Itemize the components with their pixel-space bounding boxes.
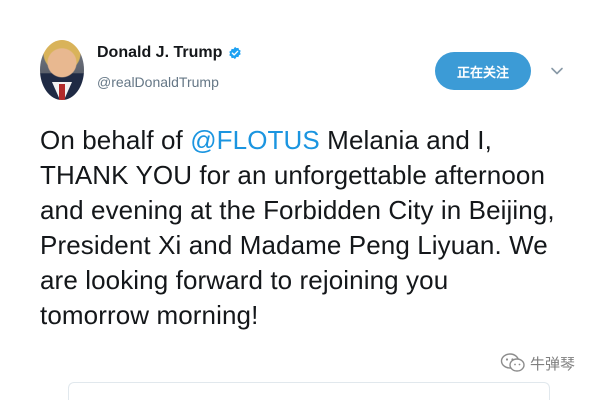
next-card-edge — [68, 382, 550, 400]
tweet-text: On behalf of @FLOTUS Melania and I, THAN… — [40, 123, 560, 333]
author-name[interactable]: Donald J. Trump — [97, 44, 222, 62]
tweet-text-prefix: On behalf of — [40, 125, 191, 155]
following-button[interactable]: 正在关注 — [435, 52, 531, 90]
avatar[interactable] — [40, 40, 84, 100]
tweet-card: Donald J. Trump @realDonaldTrump 正在关注 On… — [0, 0, 600, 400]
watermark-text: 牛弹琴 — [530, 354, 576, 373]
wechat-logo-icon — [500, 353, 525, 372]
author-row: Donald J. Trump — [97, 44, 242, 62]
avatar-tie — [59, 84, 65, 100]
mention-link[interactable]: @FLOTUS — [190, 125, 320, 155]
author-handle[interactable]: @realDonaldTrump — [97, 74, 219, 90]
tweet-text-suffix: Melania and I, THANK YOU for an unforget… — [40, 125, 555, 330]
watermark: 牛弹琴 — [500, 352, 575, 374]
chevron-down-icon[interactable] — [550, 64, 564, 78]
verified-icon — [229, 46, 242, 60]
